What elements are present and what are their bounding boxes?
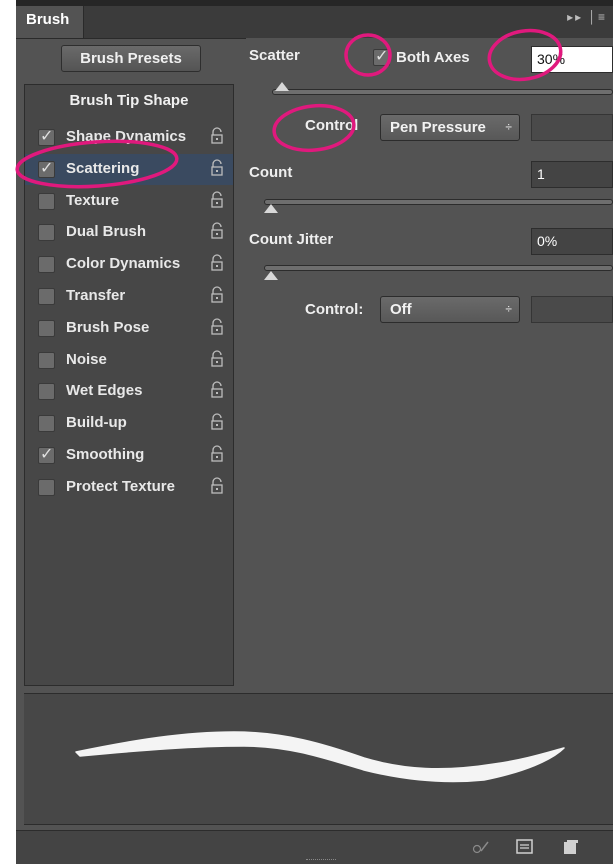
count-jitter-value-field[interactable]: 0% (531, 228, 613, 255)
option-checkbox[interactable] (38, 319, 55, 337)
checkmark-icon: ✓ (40, 159, 54, 177)
lock-icon[interactable] (210, 286, 224, 304)
option-checkbox[interactable] (38, 383, 55, 401)
both-axes-label: Both Axes (396, 49, 470, 66)
option-checkbox[interactable] (38, 192, 55, 210)
option-checkbox[interactable]: ✓ (38, 128, 55, 146)
new-brush-icon[interactable] (562, 839, 580, 855)
count-slider-track[interactable] (264, 199, 613, 205)
option-row-build-up[interactable]: Build-up (25, 408, 233, 439)
brush-presets-button[interactable]: Brush Presets (61, 45, 201, 72)
option-label: Shape Dynamics (66, 128, 187, 145)
option-row-brush-pose[interactable]: Brush Pose (25, 313, 233, 344)
scatter-label: Scatter (249, 47, 300, 64)
lock-icon[interactable] (210, 477, 224, 495)
stroke-preview-svg (75, 731, 565, 783)
brush-tip-shape-item[interactable]: Brush Tip Shape (25, 85, 233, 116)
option-row-scattering[interactable]: ✓ Scattering (25, 153, 233, 185)
option-checkbox[interactable] (38, 224, 55, 242)
select-arrows-icon: ÷ (505, 120, 512, 134)
checkmark-icon: ✓ (375, 48, 389, 65)
control-select-value: Pen Pressure (390, 119, 486, 136)
option-label: Smoothing (66, 446, 145, 463)
count-slider-thumb[interactable] (264, 204, 278, 213)
brush-stroke-shape (75, 731, 565, 783)
lock-icon[interactable] (210, 349, 224, 368)
option-row-noise[interactable]: Noise (25, 345, 233, 376)
lock-icon[interactable] (210, 190, 224, 209)
title-bar-strip (16, 0, 613, 6)
option-row-transfer[interactable]: Transfer (25, 281, 233, 312)
control2-label: Control: (305, 301, 364, 318)
panel-title-bar: Brush ▸▸ │≡ (16, 0, 613, 39)
brush-panel: Brush ▸▸ │≡ Brush Presets Brush Tip Shap… (16, 0, 613, 864)
both-axes-checkbox[interactable]: ✓ (373, 48, 390, 66)
control-label: Control (305, 117, 359, 134)
option-checkbox[interactable]: ✓ (38, 446, 55, 464)
option-row-texture[interactable]: Texture (25, 186, 233, 217)
option-row-protect-texture[interactable]: Protect Texture (25, 472, 233, 503)
option-checkbox[interactable] (38, 288, 55, 305)
control-select[interactable]: Pen Pressure ÷ (380, 114, 520, 141)
option-row-dual-brush[interactable]: Dual Brush (25, 217, 233, 248)
scatter-slider-thumb[interactable] (275, 82, 290, 91)
brush-options-list: Brush Tip Shape ✓ Shape Dynamics ✓ Scatteri… (24, 84, 234, 686)
count-jitter-label: Count Jitter (249, 231, 334, 248)
count-jitter-slider-thumb[interactable] (264, 271, 278, 280)
lock-icon[interactable] (210, 159, 224, 177)
count-jitter-slider-track[interactable] (264, 265, 613, 271)
option-checkbox[interactable]: ✓ (38, 159, 55, 178)
lock-icon[interactable] (210, 222, 224, 240)
option-label: Color Dynamics (66, 255, 181, 273)
checkmark-icon: ✓ (40, 128, 54, 145)
lock-icon[interactable] (210, 254, 224, 272)
scattering-settings: Scatter ✓ Both Axes 30% Control Pen Pres… (246, 38, 613, 688)
lock-icon[interactable] (210, 413, 224, 431)
title-bar-icons: ▸▸ │≡ (567, 10, 607, 24)
option-label: Protect Texture (66, 477, 175, 495)
checkmark-icon: ✓ (40, 446, 54, 463)
option-label: Dual Brush (66, 223, 147, 241)
toggle-preview-icon[interactable] (472, 839, 490, 855)
lock-icon[interactable] (210, 318, 224, 336)
panel-menu-icon[interactable]: │≡ (588, 10, 607, 24)
scatter-value-field[interactable]: 30% (531, 46, 613, 73)
option-label: Scattering (66, 159, 140, 177)
brush-stroke-preview (24, 693, 613, 825)
brush-tab[interactable]: Brush (16, 6, 84, 38)
option-checkbox[interactable] (38, 415, 55, 433)
option-row-color-dynamics[interactable]: Color Dynamics (25, 249, 233, 280)
option-checkbox[interactable] (38, 256, 55, 274)
option-label: Noise (66, 350, 107, 368)
lock-icon[interactable] (210, 381, 224, 399)
lock-icon[interactable] (210, 127, 224, 145)
option-label: Brush Pose (66, 318, 150, 336)
option-label: Texture (66, 191, 120, 209)
count-label: Count (249, 164, 293, 181)
option-label: Build-up (66, 414, 127, 432)
select-arrows-icon: ÷ (505, 302, 512, 316)
control2-select[interactable]: Off ÷ (380, 296, 520, 323)
option-row-smoothing[interactable]: ✓ Smoothing (25, 440, 233, 471)
option-checkbox[interactable] (38, 478, 55, 496)
count-value-field[interactable]: 1 (531, 161, 613, 188)
resize-grip[interactable] (306, 859, 336, 864)
option-checkbox[interactable] (38, 351, 55, 369)
control2-select-value: Off (390, 301, 412, 318)
lock-icon[interactable] (210, 445, 224, 463)
control-extra-field (531, 114, 613, 141)
option-label: Wet Edges (66, 382, 143, 400)
brush-preset-icon[interactable] (516, 839, 534, 855)
option-label: Transfer (66, 287, 126, 304)
scatter-slider-track[interactable] (272, 89, 613, 95)
option-row-shape-dynamics[interactable]: ✓ Shape Dynamics (25, 122, 233, 153)
option-row-wet-edges[interactable]: Wet Edges (25, 376, 233, 407)
expand-icon[interactable]: ▸▸ (567, 10, 583, 24)
control2-extra-field (531, 296, 613, 323)
